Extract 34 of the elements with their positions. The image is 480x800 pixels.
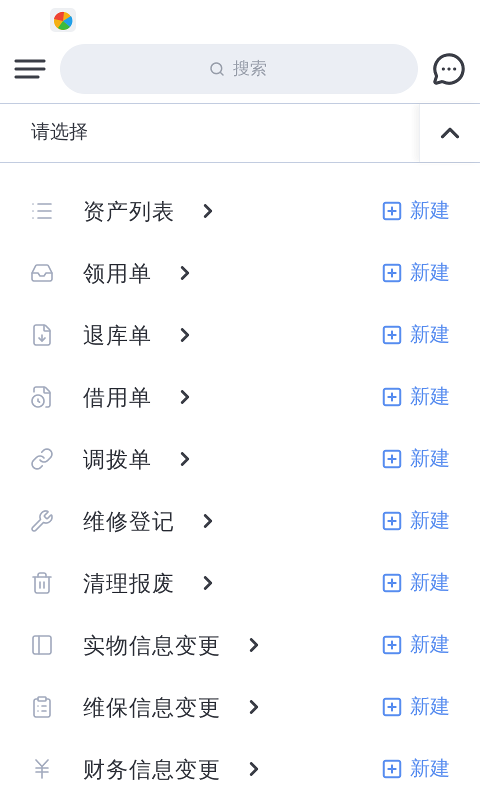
menu-item[interactable]: 维修登记 (83, 504, 175, 538)
link-icon (30, 447, 54, 471)
plus-square-icon (381, 324, 403, 346)
document-download-icon (30, 323, 54, 347)
plus-square-icon (381, 572, 403, 594)
menu-item[interactable]: 领用单 (83, 256, 152, 290)
select-label: 请选择 (30, 120, 89, 145)
search-field[interactable]: 搜索 (60, 44, 418, 94)
search-icon (209, 61, 225, 78)
tray-icon (30, 261, 54, 285)
plus-square-icon (381, 696, 403, 718)
trash-icon (30, 571, 54, 595)
clipboard-icon (30, 695, 54, 719)
app-logo-icon (50, 8, 76, 32)
menu-item[interactable]: 清理报废 (83, 566, 175, 600)
plus-square-icon (381, 758, 403, 780)
menu-item[interactable]: 资产列表 (83, 194, 175, 228)
plus-square-icon (381, 510, 403, 532)
menu-item[interactable]: 借用单 (83, 380, 152, 414)
menu-item[interactable]: 退库单 (83, 318, 152, 352)
menu-item[interactable]: 维保信息变更 (83, 690, 221, 724)
document-clock-icon (30, 385, 54, 409)
plus-square-icon (381, 200, 403, 222)
menu-item[interactable]: 实物信息变更 (83, 628, 221, 662)
chat-icon[interactable] (432, 52, 466, 86)
menu-icon[interactable] (14, 58, 46, 80)
layout-icon (30, 633, 54, 657)
menu-item[interactable]: 调拨单 (83, 442, 152, 476)
plus-square-icon (381, 448, 403, 470)
wrench-icon (30, 509, 54, 533)
plus-square-icon (381, 262, 403, 284)
menu-item[interactable]: 财务信息变更 (83, 752, 221, 786)
plus-square-icon (381, 386, 403, 408)
plus-square-icon (381, 634, 403, 656)
